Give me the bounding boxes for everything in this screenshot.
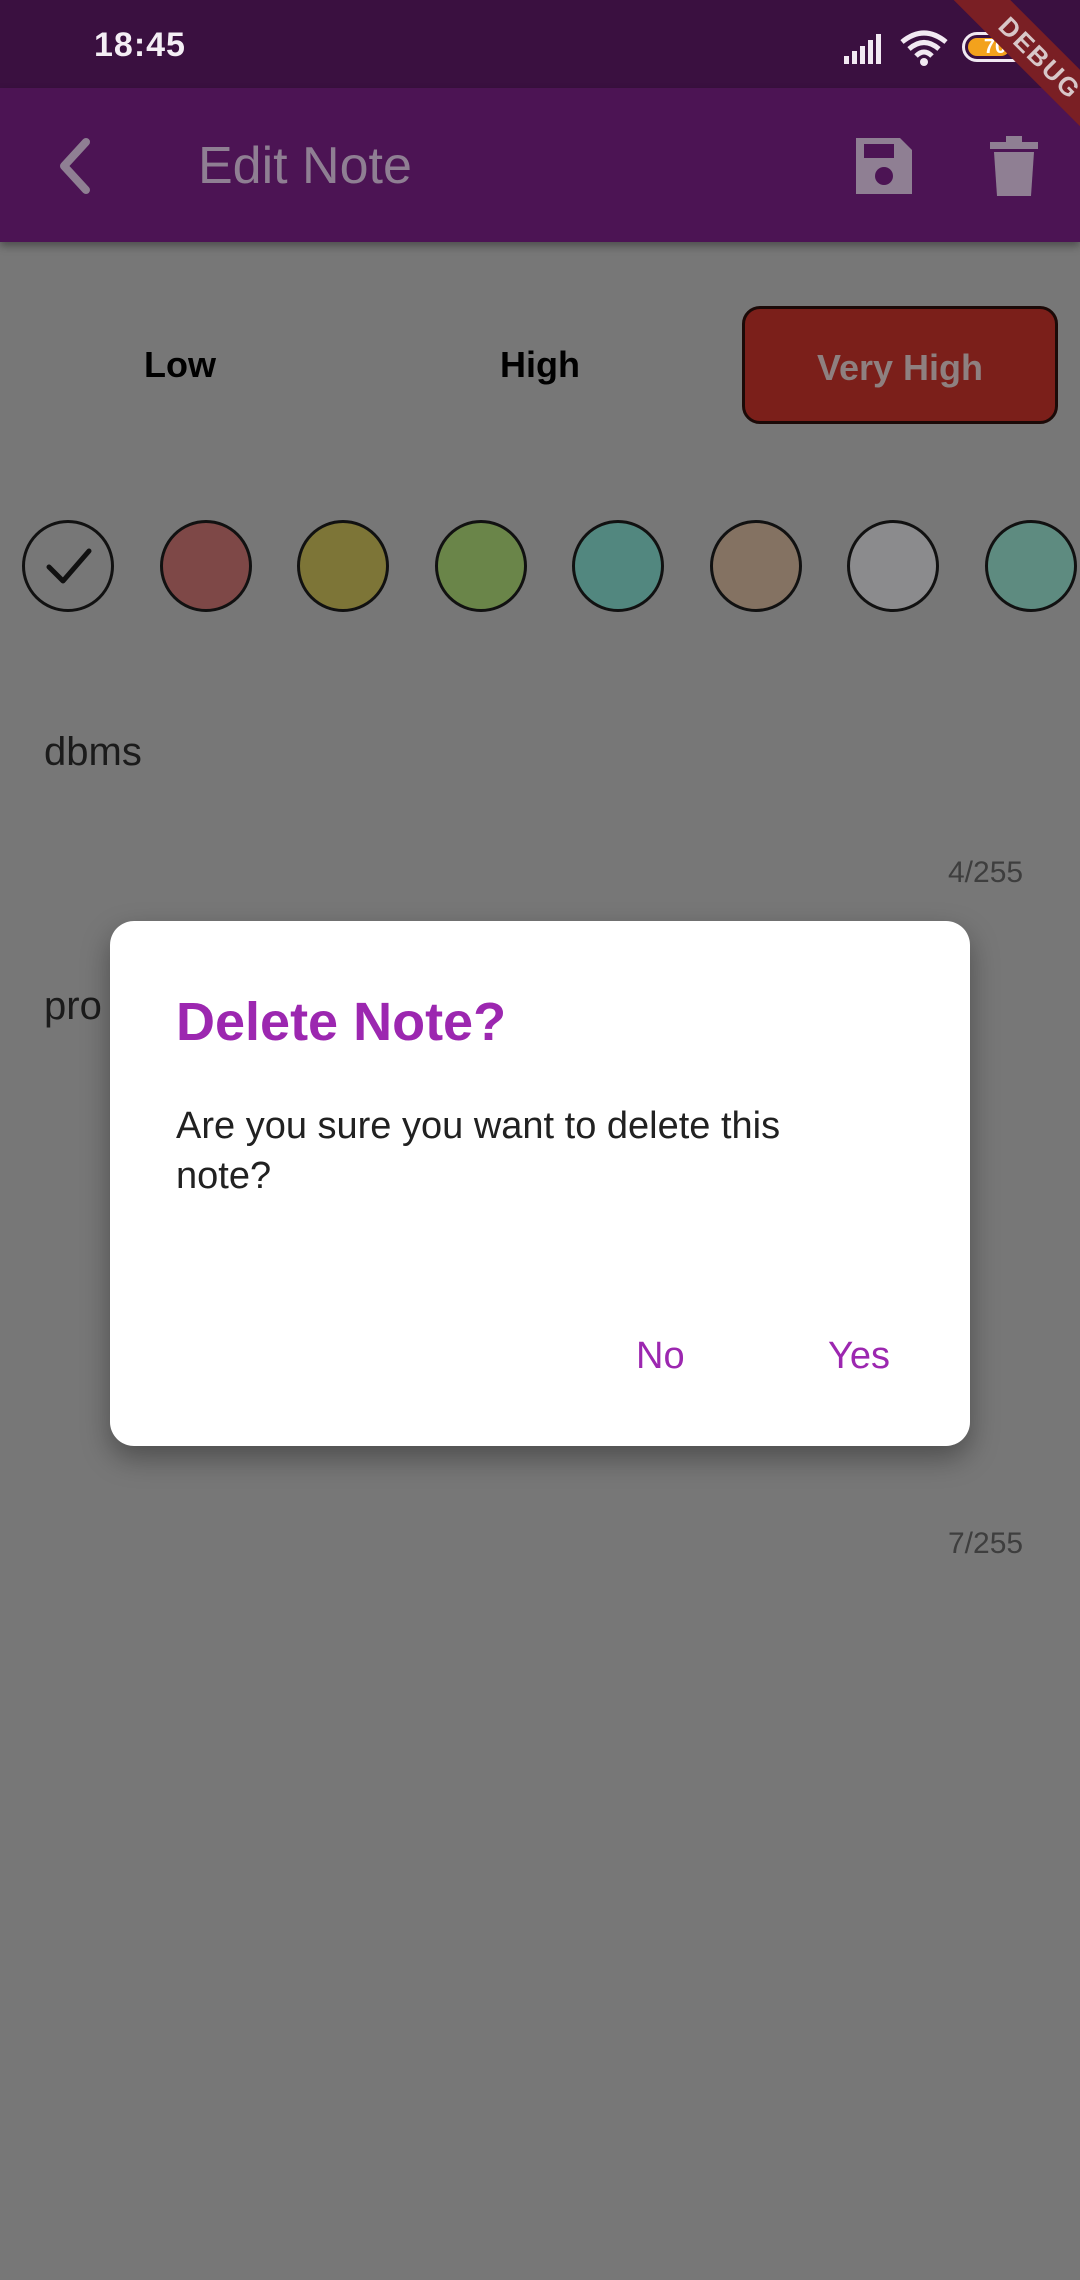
signal-icon [844, 34, 881, 64]
dialog-message: Are you sure you want to delete this not… [176, 1105, 781, 1197]
color-swatch[interactable] [435, 520, 527, 612]
save-icon[interactable] [848, 130, 920, 202]
app-bar: Edit Note [0, 88, 1080, 242]
description-input[interactable]: pro [44, 984, 102, 1029]
color-swatch[interactable] [710, 520, 802, 612]
color-swatch[interactable] [985, 520, 1077, 612]
status-time: 18:45 [94, 26, 186, 64]
dialog-yes-button[interactable]: Yes [818, 1331, 900, 1382]
color-swatch[interactable] [297, 520, 389, 612]
delete-dialog: Delete Note? Are you sure you want to de… [110, 921, 970, 1446]
status-bar: 18:45 70 [0, 0, 1080, 88]
page-title: Edit Note [198, 137, 412, 195]
title-counter: 4/255 [948, 856, 1024, 889]
check-icon [46, 548, 92, 584]
description-counter: 7/255 [948, 1527, 1024, 1560]
debug-banner: DEBUG [930, 0, 1080, 150]
color-swatch-selected[interactable] [22, 520, 114, 612]
dialog-no-button[interactable]: No [626, 1331, 695, 1382]
priority-very-high[interactable]: Very High [742, 306, 1058, 424]
debug-label: DEBUG [941, 0, 1080, 150]
color-swatch[interactable] [160, 520, 252, 612]
title-input[interactable]: dbms [44, 730, 142, 775]
priority-high[interactable]: High [380, 306, 700, 424]
dialog-title: Delete Note? [176, 992, 507, 1052]
color-swatch[interactable] [847, 520, 939, 612]
priority-low[interactable]: Low [20, 306, 340, 424]
back-arrow-icon[interactable] [40, 128, 116, 204]
color-swatch[interactable] [572, 520, 664, 612]
